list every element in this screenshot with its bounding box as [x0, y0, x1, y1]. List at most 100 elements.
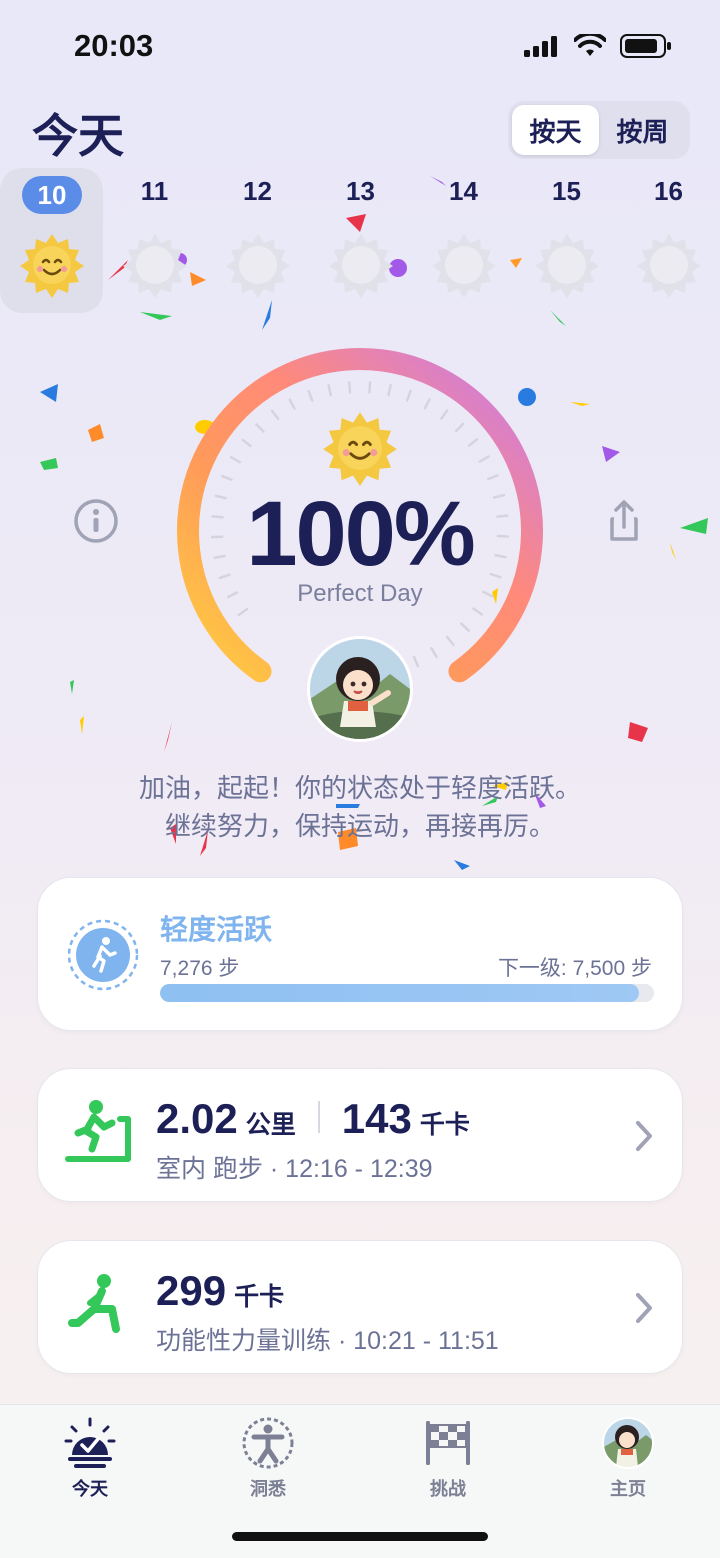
- ring-tick: [460, 622, 470, 632]
- workout-calories-unit: 千卡: [234, 1283, 285, 1311]
- wifi-icon: [574, 34, 606, 56]
- workout-card-running[interactable]: 2.02 公里 143 千卡 室内 跑步 · 12:16 - 12:39: [37, 1068, 683, 1202]
- day-item[interactable]: 15: [515, 168, 618, 313]
- level-steps: 7,276 步: [160, 957, 240, 980]
- avatar-image: [310, 639, 410, 739]
- walking-level-icon: [67, 919, 139, 991]
- empty-sun-icon: [329, 234, 393, 298]
- ring-subtitle: Perfect Day: [297, 580, 423, 607]
- ring-tick: [430, 646, 438, 658]
- day-item[interactable]: 16: [617, 168, 720, 313]
- ring-tick: [478, 455, 490, 463]
- ring-tick: [440, 409, 449, 420]
- day-number: 16: [654, 176, 683, 206]
- ring-tick: [220, 474, 233, 481]
- workout-metrics: 2.02 公里 143 千卡: [156, 1095, 470, 1143]
- user-avatar[interactable]: [307, 636, 413, 742]
- ring-tick: [486, 474, 499, 481]
- message-line-1: 加油，起起！你的状态处于轻度活跃。: [138, 773, 581, 803]
- share-icon[interactable]: [600, 497, 648, 545]
- day-number: 14: [449, 176, 478, 206]
- home-indicator: [232, 1532, 488, 1541]
- day-item[interactable]: 14: [412, 168, 515, 313]
- workout-metrics: 299 千卡: [156, 1267, 284, 1315]
- ring-tick: [270, 409, 280, 421]
- tab-challenge[interactable]: 挑战: [388, 1415, 508, 1501]
- level-name: 轻度活跃: [160, 914, 273, 945]
- metric-divider: [317, 1101, 320, 1133]
- ring-tick: [472, 607, 483, 616]
- ring-tick: [412, 655, 420, 668]
- ring-tick: [423, 398, 431, 410]
- battery-icon: [620, 34, 671, 58]
- ring-tick: [405, 389, 412, 402]
- ring-tick: [467, 438, 479, 447]
- date-strip: 10 11 12 13 14 15 16: [0, 168, 720, 313]
- chevron-right-icon: [636, 1121, 652, 1151]
- workout-subtitle: 功能性力量训练 · 10:21 - 11:51: [156, 1327, 499, 1355]
- status-icons: [524, 34, 672, 58]
- activity-level-card[interactable]: 轻度活跃 7,276 步 下一级: 7,500 步: [37, 877, 683, 1031]
- day-number: 10: [22, 176, 82, 214]
- ring-tick: [454, 422, 465, 433]
- ring-tick: [241, 438, 252, 448]
- ring-tick: [368, 381, 372, 394]
- challenge-flag-icon: [426, 1421, 470, 1465]
- tab-label: 主页: [610, 1479, 646, 1499]
- level-progress-bar: [160, 984, 654, 1002]
- workout-subtitle: 室内 跑步 · 12:16 - 12:39: [156, 1155, 433, 1183]
- tab-today[interactable]: 今天: [30, 1415, 150, 1501]
- ring-tick: [347, 381, 352, 394]
- empty-sun-icon: [226, 234, 290, 298]
- profile-avatar-icon: [602, 1417, 654, 1469]
- workout-distance-unit: 公里: [245, 1111, 296, 1139]
- ring-tick: [255, 423, 265, 433]
- day-number: 13: [346, 176, 375, 206]
- ring-tick: [288, 398, 296, 410]
- day-number: 11: [140, 176, 169, 206]
- workout-calories: 143: [341, 1095, 412, 1142]
- status-time: 20:03: [74, 28, 154, 63]
- chevron-right-icon: [636, 1293, 652, 1323]
- signal-icon: [524, 36, 557, 57]
- level-progress-fill: [160, 984, 640, 1002]
- day-number: 12: [243, 176, 272, 206]
- tab-label: 洞悉: [250, 1479, 286, 1499]
- segment-by-day[interactable]: 按天: [512, 105, 599, 155]
- info-icon[interactable]: [72, 497, 120, 545]
- tab-label: 今天: [72, 1479, 108, 1499]
- ring-tick: [445, 635, 455, 646]
- day-number: 15: [552, 176, 581, 206]
- workout-distance: 2.02: [156, 1095, 238, 1142]
- happy-sun-icon: [20, 234, 84, 298]
- empty-sun-icon: [637, 234, 701, 298]
- empty-sun-icon: [432, 234, 496, 298]
- ring-tick: [387, 383, 392, 397]
- empty-sun-icon: [535, 234, 599, 298]
- ring-tick: [307, 389, 314, 402]
- empty-sun-icon: [123, 234, 187, 298]
- workout-calories-unit: 千卡: [419, 1111, 470, 1139]
- workout-card-strength[interactable]: 299 千卡 功能性力量训练 · 10:21 - 11:51: [37, 1240, 683, 1374]
- tab-insight[interactable]: 洞悉: [208, 1415, 328, 1501]
- workout-calories: 299: [156, 1267, 227, 1314]
- period-segmented-control: 按天 按周: [508, 101, 690, 159]
- treadmill-icon: [65, 1100, 131, 1162]
- day-item[interactable]: 11: [103, 168, 206, 313]
- insight-icon: [242, 1417, 294, 1469]
- ring-tick: [327, 384, 333, 397]
- day-item[interactable]: 13: [309, 168, 412, 313]
- ring-tick: [229, 455, 242, 464]
- day-item[interactable]: 10: [0, 168, 103, 313]
- today-icon: [64, 1417, 116, 1468]
- ring-sun-icon: [323, 412, 397, 486]
- tab-home[interactable]: 主页: [568, 1415, 688, 1501]
- ring-tick: [237, 607, 249, 617]
- message-line-2: 继续努力，保持运动，再接再厉。: [164, 811, 555, 841]
- tab-label: 挑战: [430, 1479, 466, 1499]
- day-item[interactable]: 12: [206, 168, 309, 313]
- segment-by-week[interactable]: 按周: [599, 105, 686, 155]
- ring-percent: 100%: [246, 483, 475, 585]
- page-title: 今天: [32, 110, 124, 162]
- level-next-target: 下一级: 7,500 步: [497, 957, 652, 980]
